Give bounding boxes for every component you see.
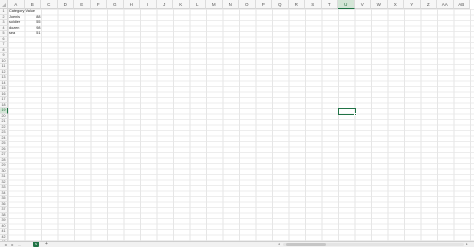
column-header-u[interactable]: U [338,0,355,9]
column-header-aa[interactable]: AA [437,0,454,9]
column-header-f[interactable]: F [90,0,107,9]
add-sheet-button[interactable]: + [44,242,49,247]
selected-cell-u19[interactable] [338,108,357,116]
column-header-h[interactable]: H [123,0,140,9]
column-header-n[interactable]: N [222,0,239,9]
prev-sheet-button[interactable]: ◂ [3,242,8,247]
column-header-c[interactable]: C [41,0,58,9]
column-header-o[interactable]: O [239,0,256,9]
column-header-y[interactable]: Y [404,0,421,9]
column-header-z[interactable]: Z [420,0,437,9]
scroll-left-arrow-icon[interactable]: ◂ [278,242,280,247]
column-header-w[interactable]: W [371,0,388,9]
horizontal-scrollbar-thumb[interactable] [286,243,326,246]
column-header-d[interactable]: D [57,0,74,9]
column-header-ab[interactable]: AB [453,0,470,9]
column-header-k[interactable]: K [173,0,190,9]
column-header-m[interactable]: M [206,0,223,9]
column-header-g[interactable]: G [107,0,124,9]
column-header-i[interactable]: I [140,0,157,9]
column-header-x[interactable]: X [387,0,404,9]
column-header-q[interactable]: Q [272,0,289,9]
active-sheet-tab[interactable]: S [33,242,39,247]
column-header-e[interactable]: E [74,0,91,9]
column-header-r[interactable]: R [288,0,305,9]
select-all-corner[interactable] [0,0,8,9]
cell-b5[interactable]: 51 [26,31,40,37]
column-header-v[interactable]: V [354,0,371,9]
spreadsheet-grid-area: A B C D E F G H I J K L M N O P Q R S T U V W X Y Z AA AB 123456789… [0,0,474,241]
next-sheet-button[interactable]: ▸ [10,242,15,247]
sheet-tab-label: S [34,242,37,246]
column-header-l[interactable]: L [189,0,206,9]
column-header-j[interactable]: J [156,0,173,9]
fill-handle[interactable] [353,112,357,116]
sheet-more-left-button[interactable]: … [17,242,22,247]
column-header-s[interactable]: S [305,0,322,9]
sheet-tab-bar: ◂ ▸ … S + ◂ ▸ [0,241,474,247]
scroll-right-arrow-icon[interactable]: ▸ [466,242,468,247]
column-header-b[interactable]: B [24,0,41,9]
column-header-t[interactable]: T [321,0,338,9]
column-header-p[interactable]: P [255,0,272,9]
cell-a5[interactable]: sea [9,31,15,37]
column-headers: A B C D E F G H I J K L M N O P Q R S T U V W X Y Z AA AB [8,0,470,9]
select-all-triangle-icon [2,3,6,7]
row-headers: 1 2 3 4 5 6 7 8 9 10 11 12 13 14 15 16 17 18 19 20 21 22 23 24 2… [0,9,8,241]
horizontal-scrollbar[interactable] [283,243,464,246]
column-header-a[interactable]: A [8,0,25,9]
cell-grid[interactable]: Category Value Joenis 88 soldier 55 doze… [8,9,474,241]
